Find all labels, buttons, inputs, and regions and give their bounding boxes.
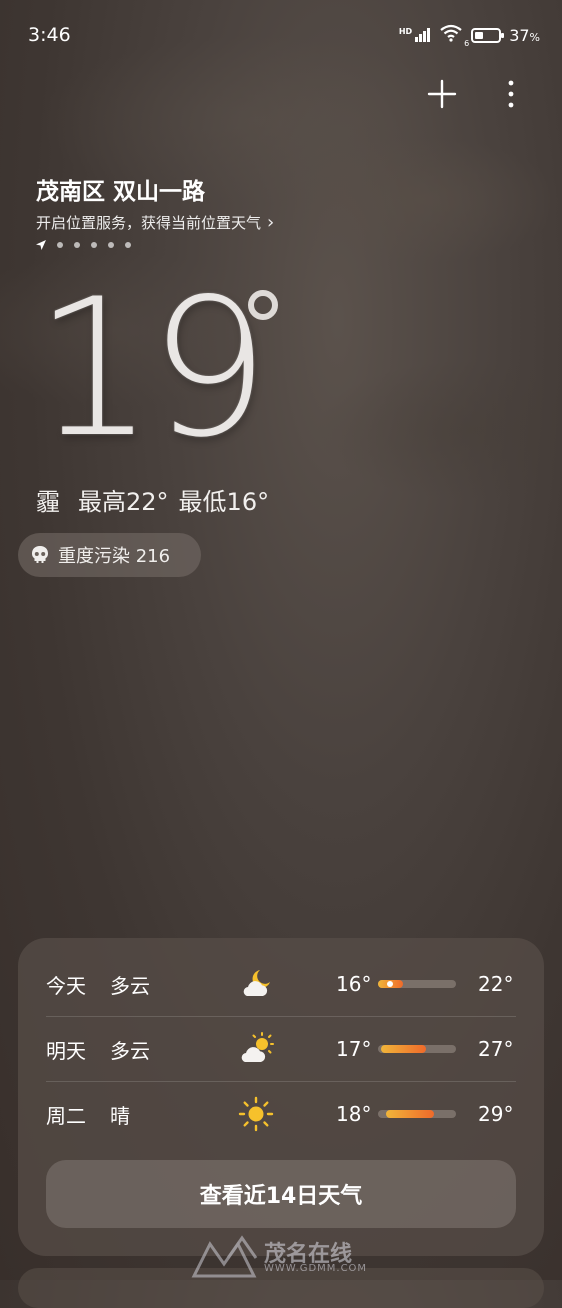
- battery-percent: 37%: [509, 25, 540, 45]
- battery-fill: [475, 31, 484, 39]
- forecast-condition: 晴: [110, 1103, 130, 1128]
- forecast-low: 16°: [336, 972, 372, 996]
- view-14-day-forecast-button[interactable]: 查看近14日天气: [46, 1160, 516, 1228]
- forecast-high: 29°: [478, 1102, 514, 1126]
- more-vertical-icon: [508, 80, 514, 108]
- location-name[interactable]: 茂南区 双山一路: [36, 172, 205, 206]
- forecast-low: 18°: [336, 1102, 372, 1126]
- forecast-day: 今天: [46, 973, 86, 998]
- air-quality-label: 重度污染 216: [58, 546, 171, 567]
- cloud-sun-icon: [238, 1031, 274, 1067]
- watermark-url: WWW.GDMM.COM: [264, 1263, 368, 1274]
- page-dot: [108, 242, 114, 248]
- chevron-right-icon: ›: [267, 212, 275, 233]
- temperature-range-bar: [378, 1110, 456, 1118]
- forecast-day: 明天: [46, 1038, 86, 1063]
- forecast-condition: 多云: [110, 1038, 150, 1063]
- forecast-high: 22°: [478, 972, 514, 996]
- page-dot: [91, 242, 97, 248]
- status-time: 3:46: [28, 24, 71, 46]
- forecast-row[interactable]: 今天 多云 16° 22°: [18, 952, 544, 1016]
- hd-label: HD: [398, 27, 413, 36]
- today-high: 最高22°: [78, 488, 169, 516]
- signal-icon: HD: [399, 28, 431, 42]
- forecast-high: 27°: [478, 1037, 514, 1061]
- wifi-icon: 6: [439, 24, 469, 48]
- temperature-range-fill: [381, 1045, 427, 1053]
- forecast-day: 周二: [46, 1103, 86, 1128]
- location-hint-text: 开启位置服务，获得当前位置天气: [36, 214, 262, 232]
- today-low: 最低16°: [178, 488, 270, 516]
- page-dot: [57, 242, 63, 248]
- sun-icon: [238, 1096, 274, 1132]
- forecast-card: 今天 多云 16° 22° 明天 多云 17° 27° 周二晴 18° 29° 查看近14日天气: [18, 938, 544, 1256]
- forecast-condition: 多云: [110, 973, 150, 998]
- today-high-low: 最高22° 最低16°: [78, 482, 269, 517]
- location-arrow-icon: [36, 240, 46, 250]
- temperature-range-fill: [385, 1110, 435, 1118]
- location-service-hint[interactable]: 开启位置服务，获得当前位置天气 ›: [36, 212, 274, 233]
- air-quality-pill[interactable]: 重度污染 216: [18, 533, 201, 577]
- forecast-row[interactable]: 明天 多云 17° 27°: [18, 1017, 544, 1081]
- page-dot: [125, 242, 131, 248]
- temperature-range-bar: [378, 980, 456, 988]
- battery-icon: [471, 27, 505, 43]
- skull-icon: [32, 546, 48, 563]
- current-temperature: 19: [34, 258, 270, 479]
- more-options-button[interactable]: [496, 76, 526, 112]
- status-bar: 3:46 HD 6 37%: [0, 0, 562, 70]
- temperature-range-bar: [378, 1045, 456, 1053]
- current-temp-marker: [387, 981, 393, 987]
- forecast-low: 17°: [336, 1037, 372, 1061]
- cloud-moon-icon: [238, 966, 274, 1002]
- status-icons: HD 6 37%: [399, 24, 540, 48]
- plus-icon: [427, 79, 457, 109]
- add-city-button[interactable]: [424, 76, 460, 112]
- forecast-row[interactable]: 周二晴 18° 29°: [18, 1082, 544, 1146]
- wifi-label: 6: [464, 39, 470, 48]
- current-condition: 霾: [36, 488, 60, 516]
- degree-symbol: [248, 290, 278, 320]
- page-dot: [74, 242, 80, 248]
- current-condition-line: 霾 最高22° 最低16°: [36, 482, 269, 517]
- page-indicator: [36, 240, 131, 250]
